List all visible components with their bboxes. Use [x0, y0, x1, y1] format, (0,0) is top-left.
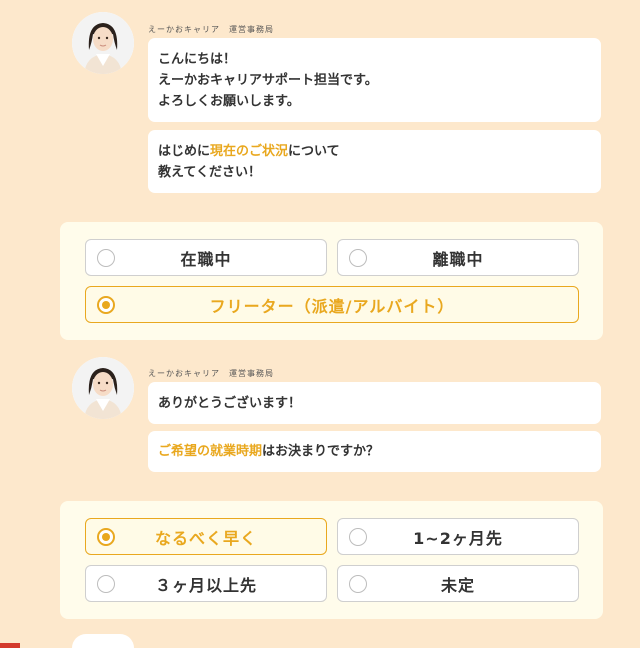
chat-line: えーかおキャリアサポート担当です。	[158, 72, 378, 88]
radio-unchecked-icon	[97, 249, 115, 267]
radio-unchecked-icon	[97, 575, 115, 593]
radio-checked-icon	[97, 528, 115, 546]
operator-avatar-icon	[72, 357, 134, 419]
option-label: 1~2ヶ月先	[413, 528, 503, 548]
chat-bubble-greeting: こんにちは！ えーかおキャリアサポート担当です。 よろしくお願いします。	[148, 38, 601, 122]
chat-text: はお決まりですか？	[262, 444, 380, 459]
chat-highlight: 現在のご状況	[210, 143, 289, 159]
option-1-2-months[interactable]: 1~2ヶ月先	[337, 518, 579, 555]
sender-name: えーかおキャリア 運営事務局	[148, 369, 274, 378]
sender-name: えーかおキャリア 運営事務局	[148, 25, 274, 34]
chat-line: よろしくお願いします。	[158, 93, 300, 109]
timing-options-panel: なるべく早く 1~2ヶ月先 ３ヶ月以上先 未定	[60, 501, 603, 619]
option-label: フリーター（派遣/アルバイト）	[209, 296, 455, 316]
chat-line: 教えてください！	[158, 164, 261, 180]
chat-line: はじめに現在のご状況について	[158, 141, 591, 162]
status-options-panel: 在職中 離職中 フリーター（派遣/アルバイト）	[60, 222, 603, 340]
option-label: 離職中	[432, 249, 484, 269]
chat-text: はじめに	[158, 143, 211, 159]
option-label: 在職中	[180, 249, 232, 269]
radio-unchecked-icon	[349, 528, 367, 546]
option-undecided[interactable]: 未定	[337, 565, 579, 602]
chat-bubble-question-timing: ご希望の就業時期はお決まりですか？	[148, 431, 601, 472]
option-unemployed[interactable]: 離職中	[337, 239, 579, 276]
chat-highlight: ご希望の就業時期	[158, 444, 263, 459]
operator-avatar-icon	[72, 634, 134, 648]
option-freeter[interactable]: フリーター（派遣/アルバイト）	[85, 286, 579, 323]
radio-unchecked-icon	[349, 575, 367, 593]
option-label: 未定	[440, 575, 475, 595]
option-label: ３ヶ月以上先	[154, 575, 257, 595]
radio-unchecked-icon	[349, 249, 367, 267]
chat-bubble-question-status: はじめに現在のご状況について 教えてください！	[148, 130, 601, 193]
operator-avatar-icon	[72, 12, 134, 74]
radio-checked-icon	[97, 296, 115, 314]
option-3-months-plus[interactable]: ３ヶ月以上先	[85, 565, 327, 602]
chat-text: について	[288, 143, 340, 159]
chat-line: ありがとうございます！	[158, 395, 302, 411]
chat-bubble-thanks: ありがとうございます！	[148, 382, 601, 424]
chat-line: こんにちは！	[158, 51, 237, 67]
option-asap[interactable]: なるべく早く	[85, 518, 327, 555]
page-edge-tab	[0, 643, 20, 648]
chat-line: ご希望の就業時期はお決まりですか？	[158, 441, 591, 462]
option-label: なるべく早く	[154, 528, 257, 548]
option-employed[interactable]: 在職中	[85, 239, 327, 276]
